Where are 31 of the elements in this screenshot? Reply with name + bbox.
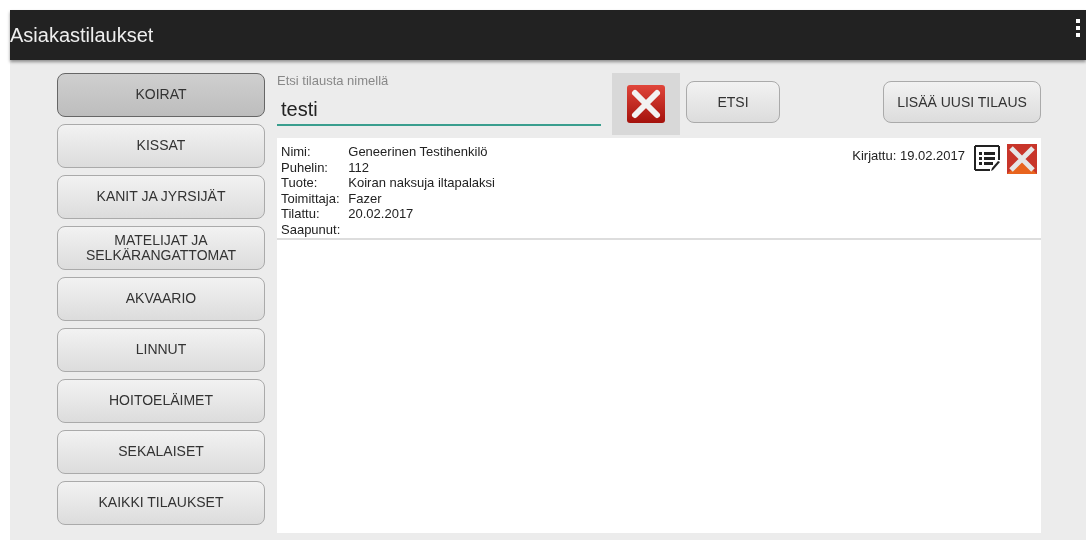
category-button[interactable]: HOITOELÄIMET: [57, 379, 265, 423]
search-field[interactable]: testi: [277, 92, 601, 126]
overflow-menu-icon[interactable]: [1076, 19, 1082, 37]
window-title: Asiakastilaukset: [10, 23, 154, 47]
category-button[interactable]: KANIT JA JYRSIJÄT: [57, 175, 265, 219]
field-value: Fazer: [348, 190, 383, 206]
field-label: Saapunut:: [281, 221, 341, 237]
field-label: Tilattu:: [281, 206, 321, 222]
search-button[interactable]: ETSI: [686, 81, 780, 123]
search-label: Etsi tilausta nimellä: [277, 73, 390, 88]
field-value: 112: [348, 159, 370, 175]
field-label: Toimittaja:: [281, 190, 341, 206]
add-order-button[interactable]: LISÄÄ UUSI TILAUS: [883, 81, 1041, 123]
registered-date: Kirjattu: 19.02.2017: [852, 148, 965, 163]
category-button[interactable]: LINNUT: [57, 328, 265, 372]
field-value: Koiran naksuja iltapalaksi: [348, 175, 495, 191]
field-value: Geneerinen Testihenkilö: [348, 144, 489, 160]
field-value: 20.02.2017: [348, 206, 415, 222]
category-button[interactable]: KISSAT: [57, 124, 265, 168]
category-button[interactable]: MATELIJAT JA SELKÄRANGATTOMAT: [57, 226, 265, 270]
category-button[interactable]: KAIKKI TILAUKSET: [57, 481, 265, 525]
clear-button[interactable]: [612, 73, 680, 135]
close-icon: [626, 84, 666, 124]
field-label: Nimi:: [281, 144, 312, 160]
field-label: Puhelin:: [281, 159, 329, 175]
edit-list-icon[interactable]: [973, 144, 1001, 172]
category-button[interactable]: SEKALAISET: [57, 430, 265, 474]
field-label: Tuote:: [281, 175, 319, 191]
category-button[interactable]: KOIRAT: [57, 73, 265, 117]
delete-icon[interactable]: [1007, 144, 1037, 174]
category-button[interactable]: AKVAARIO: [57, 277, 265, 321]
